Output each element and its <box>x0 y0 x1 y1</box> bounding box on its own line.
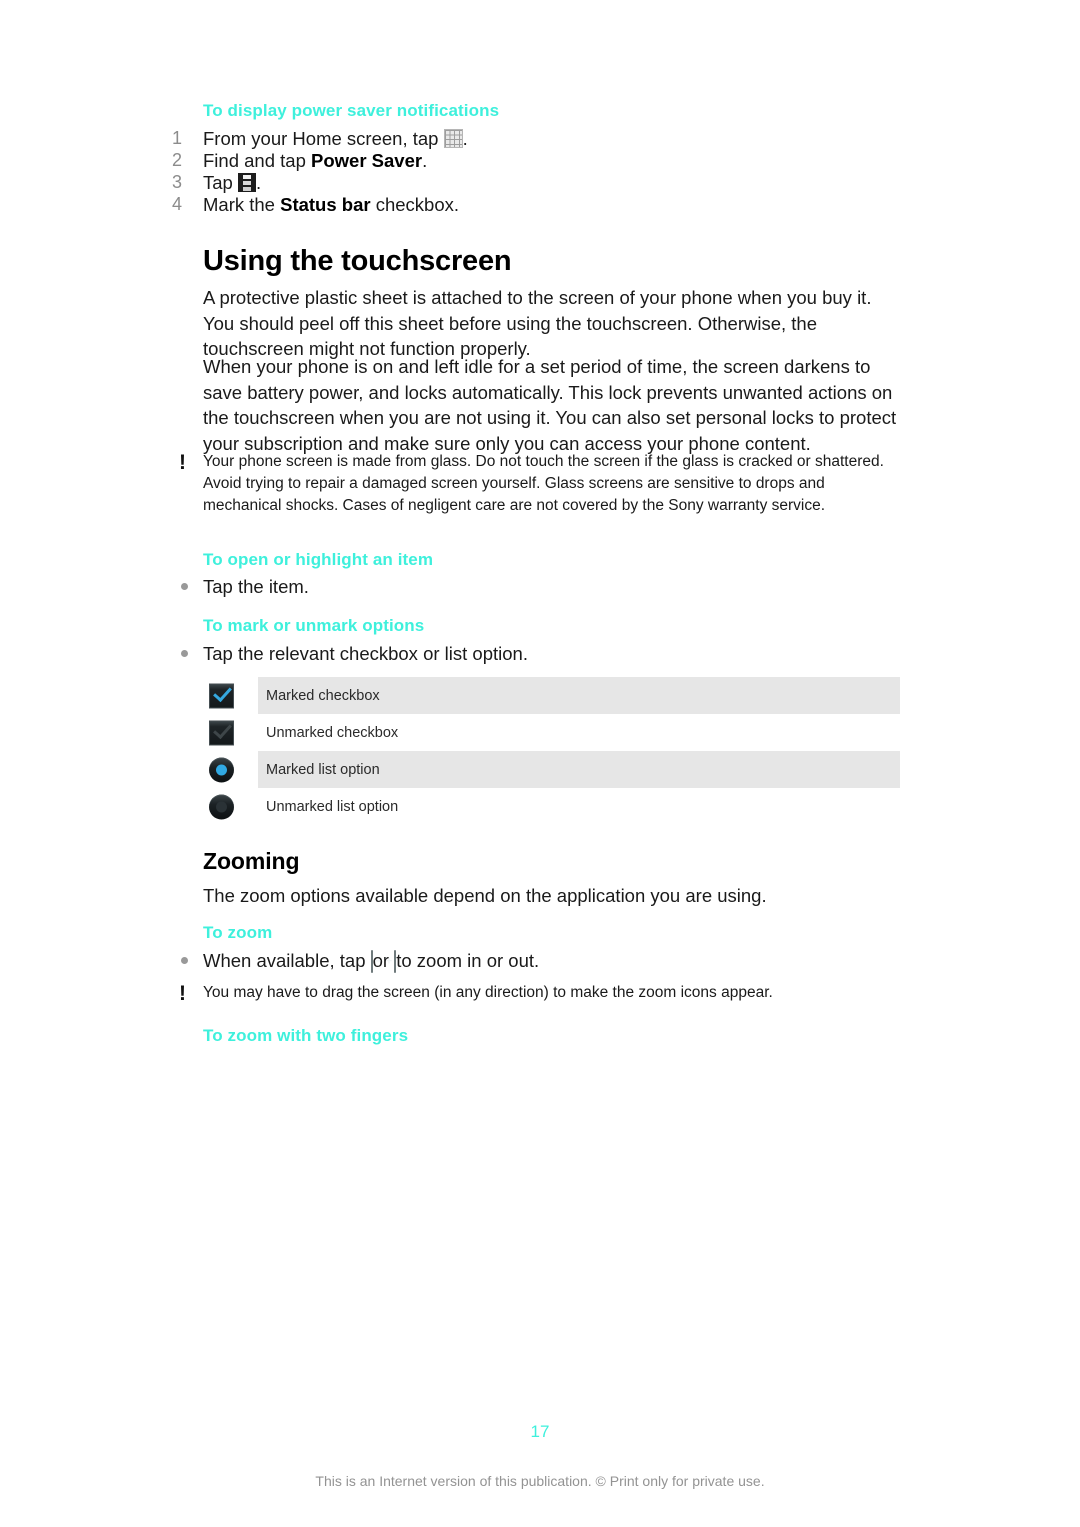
step-2-bold-label: Power Saver <box>311 150 423 171</box>
row-label: Unmarked list option <box>266 798 399 815</box>
table-row: Unmarked checkbox <box>203 714 900 751</box>
zoom-out-icon: − <box>370 950 381 973</box>
marked-checkbox-icon <box>209 682 234 708</box>
step-number-2: 2 <box>172 150 183 170</box>
step-2-text-after: . <box>422 150 428 171</box>
touchscreen-paragraph-2: When your phone is on and left idle for … <box>203 356 897 454</box>
step-4-text-before: Mark the <box>203 194 281 215</box>
step-number-1: 1 <box>172 128 183 148</box>
zooming-paragraph: The zoom options available depend on the… <box>203 885 767 906</box>
unmarked-checkbox-icon <box>209 719 234 745</box>
mark-options-bullet-text: Tap the relevant checkbox or list option… <box>203 643 528 664</box>
to-zoom-bullet-text: When available, tap − or + to zoom in or… <box>203 948 903 975</box>
table-row: Marked list option <box>203 751 900 788</box>
bullet-point-open-item <box>181 583 188 590</box>
zoom-in-icon: + <box>386 950 397 973</box>
touchscreen-warning-text: Your phone screen is made from glass. Do… <box>203 453 884 514</box>
unmarked-list-option-icon <box>209 794 234 819</box>
overflow-menu-icon <box>237 173 256 192</box>
zooming-note-text: You may have to drag the screen (in any … <box>203 984 773 1001</box>
step-2-text-before: Find and tap <box>203 150 311 171</box>
marked-list-option-icon <box>209 757 234 782</box>
step-1-text-before: From your Home screen, tap <box>203 128 444 149</box>
section-heading-open-item: To open or highlight an item <box>203 550 434 569</box>
bullet-point-to-zoom <box>181 957 188 964</box>
open-item-bullet-text: Tap the item. <box>203 576 309 597</box>
section-heading-power-saver: To display power saver notifications <box>203 101 500 120</box>
page-title-using-the-touchscreen: Using the touchscreen <box>203 245 512 277</box>
document-page: To display power saver notifications 1 F… <box>0 0 1080 1527</box>
section-heading-two-fingers: To zoom with two fingers <box>203 1026 409 1045</box>
footer-copyright-note: This is an Internet version of this publ… <box>315 1473 765 1489</box>
page-number: 17 <box>530 1422 550 1441</box>
option-legend-table: Marked checkbox Unmarked checkbox Marked… <box>203 677 900 825</box>
note-bang-icon: ! <box>179 982 186 1005</box>
row-label: Marked list option <box>266 761 380 778</box>
step-number-3: 3 <box>172 172 183 192</box>
step-3-text-after: . <box>255 172 262 193</box>
section-heading-zooming: Zooming <box>203 848 300 874</box>
warning-bang-icon: ! <box>179 451 186 474</box>
app-grid-icon <box>443 129 463 148</box>
to-zoom-text-before: When available, tap <box>203 950 371 971</box>
to-zoom-text-after: to zoom in or out. <box>396 950 540 971</box>
touchscreen-paragraph-1: A protective plastic sheet is attached t… <box>203 287 872 359</box>
row-label: Unmarked checkbox <box>266 724 399 741</box>
step-3-text-before: Tap <box>203 172 238 193</box>
step-4-text-after: checkbox. <box>370 194 460 215</box>
step-4-bold-label: Status bar <box>280 194 371 215</box>
zoom-in-sign: + <box>385 955 393 967</box>
bullet-point-mark-options <box>181 650 188 657</box>
section-heading-mark-options: To mark or unmark options <box>203 616 425 635</box>
step-number-4: 4 <box>172 194 183 214</box>
step-1-text-after: . <box>462 128 468 149</box>
section-heading-to-zoom: To zoom <box>203 923 273 942</box>
zoom-out-sign: − <box>374 955 382 967</box>
step-text-4: Mark the Status bar checkbox. <box>203 192 903 218</box>
table-row: Marked checkbox <box>203 677 900 714</box>
table-row: Unmarked list option <box>203 788 900 825</box>
row-label: Marked checkbox <box>266 687 380 704</box>
